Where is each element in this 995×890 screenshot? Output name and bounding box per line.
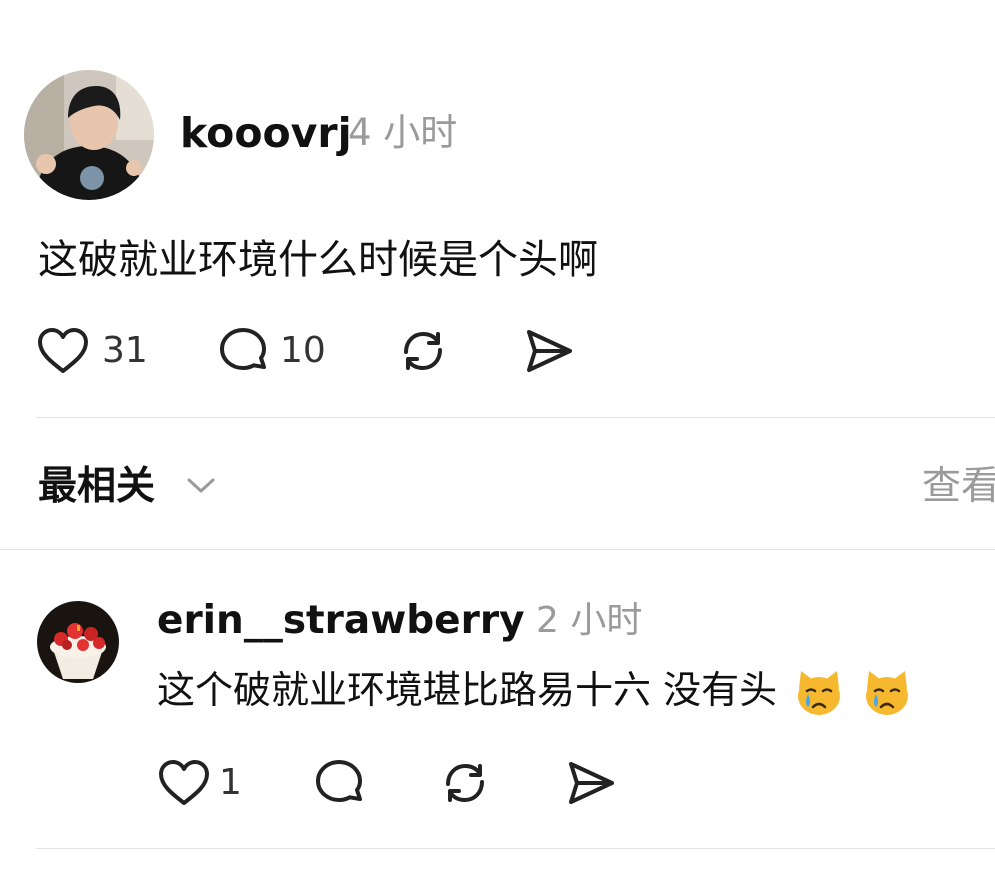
heart-icon [159,760,209,805]
send-icon [569,762,614,804]
reply-timestamp: 2 小时 [536,600,643,641]
reply-comment-button[interactable] [312,758,366,808]
reply-username[interactable]: erin__strawberry [157,596,525,646]
repost-icon [446,763,484,803]
comment-count: 10 [280,330,326,371]
divider [36,848,995,849]
divider [0,549,995,550]
divider [36,417,995,418]
reply-share-button[interactable] [564,758,618,808]
sort-dropdown-label[interactable]: 最相关 [38,462,155,512]
post-text: 这破就业环境什么时候是个头啊 [38,237,598,283]
author-username[interactable]: kooovrj [180,108,352,158]
crying-cat-face-icon [798,670,841,715]
reply-text-row: 这个破就业环境堪比路易十六 没有头 [157,662,913,719]
reply-like-button[interactable]: 1 [157,758,242,808]
comment-button[interactable]: 10 [216,326,326,376]
share-button[interactable] [522,326,576,376]
chevron-down-icon[interactable] [186,474,216,500]
crying-cat-face-icon [866,670,909,715]
reply-text: 这个破就业环境堪比路易十六 没有头 [157,668,778,712]
author-avatar[interactable] [24,70,154,200]
view-activity-link[interactable]: 查看 [922,462,995,512]
comment-bubble-icon [220,328,266,370]
comment-bubble-icon [316,760,362,802]
reply-repost-button[interactable] [438,758,492,808]
avatar-photo [24,70,154,200]
avatar-photo [37,601,119,683]
reply-like-count: 1 [219,762,242,803]
send-icon [527,330,572,372]
repost-icon [404,331,442,371]
post-timestamp: 4 小时 [348,111,458,154]
like-button[interactable]: 31 [36,326,148,376]
repost-button[interactable] [396,326,450,376]
reply-avatar[interactable] [37,601,119,683]
heart-icon [38,328,88,373]
like-count: 31 [102,330,148,371]
